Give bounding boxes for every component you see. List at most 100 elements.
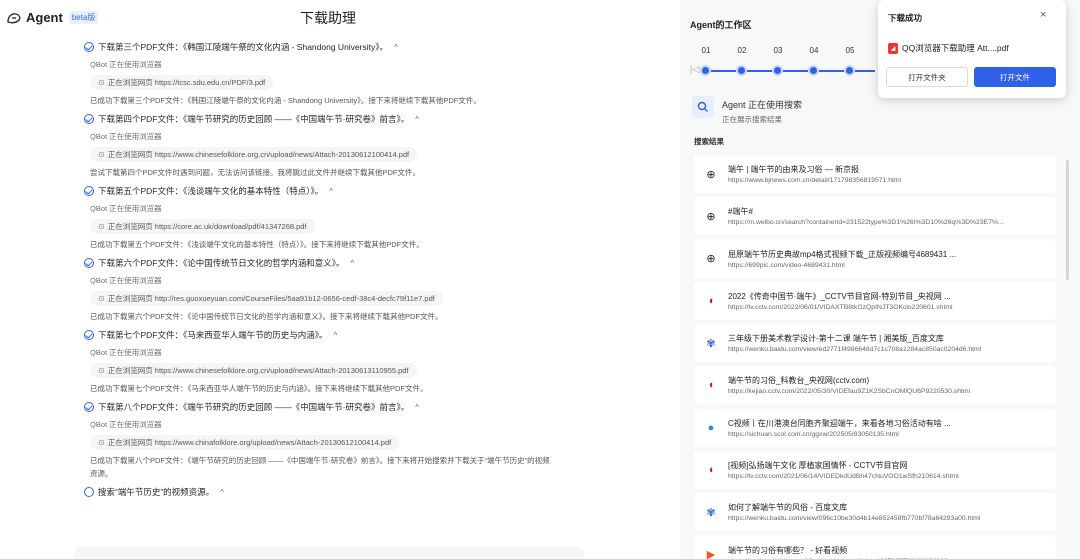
- browse-row: ⊙ 正在浏览网页 https://tcsc.sdu.edu.cn/PDF/3.pd…: [84, 73, 584, 92]
- browse-row: ⊙ 正在浏览网页 https://www.chinesefolklore.org.…: [84, 145, 584, 164]
- globe-icon: ⊕: [706, 168, 716, 181]
- result-title: C视频丨在川港澳台同胞齐聚迎端午，来看各地习俗活动有啥 ...: [728, 418, 951, 428]
- result-text: 如何了解端午节的风俗 - 百度文库 https://wenku.baidu.com…: [728, 502, 980, 522]
- step-header[interactable]: 下载第八个PDF文件：《端午节研究的历史回顾 ——《中国端午节·研究卷》前言》。…: [84, 398, 584, 416]
- step-connector: [855, 70, 875, 72]
- browse-url: 正在浏览网页 https://tcsc.sdu.edu.cn/PDF/3.pdf: [107, 78, 266, 87]
- result-title: 端午节的习俗有哪些？ - 好看视频: [728, 545, 848, 555]
- step-dot[interactable]: [844, 65, 855, 76]
- check-circle-icon: [84, 402, 94, 412]
- search-result-item[interactable]: ✾ 如何了解端午节的风俗 - 百度文库 https://wenku.baidu.co…: [694, 493, 1056, 532]
- file-name: QQ浏览器下载助理 Att....pdf: [902, 43, 1009, 53]
- result-text: 端午节的习俗_科教台_央视网(cctv.com) https://kejiao.c…: [728, 375, 970, 395]
- browse-url-pill[interactable]: ⊙ 正在浏览网页 https://www.chinesefolklore.org.…: [90, 147, 418, 162]
- pdf-icon: ◢: [888, 42, 898, 54]
- qbot-status: QBot 正在使用浏览器: [90, 276, 162, 285]
- search-result-item[interactable]: ● C视频丨在川港澳台同胞齐聚迎端午，来看各地习俗活动有啥 ... https://…: [694, 408, 1056, 447]
- step-title: 下载第四个PDF文件：《端午节研究的历史回顾 ——《中国端午节·研究卷》前言》。: [98, 114, 410, 124]
- chevron-up-icon[interactable]: ^: [334, 331, 338, 340]
- step-connector: [747, 70, 772, 72]
- check-circle-icon: [84, 42, 94, 52]
- chevron-up-icon[interactable]: ^: [220, 488, 224, 497]
- baidu-icon: ✾: [706, 506, 716, 519]
- compass-icon: ⊙: [98, 222, 105, 231]
- download-popup: 下载成功 × ◢ QQ浏览器下载助理 Att....pdf 打开文件夹 打开文件: [878, 0, 1066, 98]
- result-url: https://699pic.com/video-4689431.html: [728, 261, 845, 269]
- chat-input[interactable]: [74, 546, 584, 559]
- close-icon[interactable]: ×: [1040, 9, 1046, 21]
- step-header[interactable]: 下载第五个PDF文件：《浅谈端午文化的基本特性（特点）》。 ^: [84, 182, 584, 200]
- result-text: C视频丨在川港澳台同胞齐聚迎端午，来看各地习俗活动有啥 ... https://s…: [728, 418, 951, 438]
- step-number: 01: [701, 46, 711, 55]
- step-dot[interactable]: [772, 65, 783, 76]
- step-connector: [783, 70, 808, 72]
- chevron-up-icon[interactable]: ^: [415, 115, 419, 124]
- popup-title: 下载成功: [888, 13, 923, 23]
- step-result: 已成功下载第六个PDF文件：《论中国传统节日文化的哲学内涵和意义》。接下来将继续…: [90, 312, 443, 321]
- qbot-status: QBot 正在使用浏览器: [90, 348, 162, 357]
- step-dot[interactable]: [736, 65, 747, 76]
- step-header[interactable]: 下载第六个PDF文件：《论中国传统节日文化的哲学内涵和意义》。 ^: [84, 254, 584, 272]
- cctv-icon: ◖: [707, 464, 715, 477]
- result-url: https://tv.cctv.com/2021/06/14/VIDEDkdUd…: [728, 473, 959, 481]
- open-file-button[interactable]: 打开文件: [974, 67, 1056, 87]
- search-icon: [692, 96, 714, 118]
- step-header[interactable]: 下载第三个PDF文件：《韩国江陵端午祭的文化内涵 - Shandong Univ…: [84, 38, 584, 56]
- browse-row: ⊙ 正在浏览网页 https://www.chinesefolklore.org.…: [84, 361, 584, 380]
- result-text: [视频]弘扬端午文化 厚植家国情怀 - CCTV节目官网 https://tv.c…: [728, 460, 959, 480]
- qbot-status: QBot 正在使用浏览器: [90, 420, 162, 429]
- search-result-item[interactable]: ⊕ #端午# https://m.weibo.cn/search?container…: [694, 197, 1056, 236]
- compass-icon: ⊙: [98, 78, 105, 87]
- browse-url: 正在浏览网页 https://www.chinafolklore.org/upl…: [107, 438, 392, 447]
- check-circle-icon: [84, 186, 94, 196]
- step-result: 尝试下载第四个PDF文件时遇到问题，无法访问该链接。我将跳过此文件并继续下载其他…: [90, 168, 420, 177]
- result-url: https://tv.cctv.com/2022/06/01/VIDAXTB8t…: [728, 303, 953, 311]
- cctv-icon: ◖: [707, 294, 715, 307]
- results-scrollbar[interactable]: [1066, 160, 1069, 280]
- step-title: 搜索“端午节历史”的视频资源。: [98, 487, 215, 497]
- compass-icon: ⊙: [98, 366, 105, 375]
- check-circle-icon: [84, 114, 94, 124]
- step-dot[interactable]: [700, 65, 711, 76]
- step-title: 下载第五个PDF文件：《浅谈端午文化的基本特性（特点）》。: [98, 186, 324, 196]
- browse-url-pill[interactable]: ⊙ 正在浏览网页 https://core.ac.uk/download/pdf/…: [90, 219, 315, 234]
- search-result-item[interactable]: ◖ 端午节的习俗_科教台_央视网(cctv.com) https://kejiao.…: [694, 366, 1056, 405]
- step-title: 下载第七个PDF文件：《马来西亚华人端午节的历史与内涵》。: [98, 330, 328, 340]
- step-header-pending[interactable]: 搜索“端午节历史”的视频资源。 ^: [84, 483, 584, 501]
- search-result-item[interactable]: ◖ [视频]弘扬端午文化 厚植家国情怀 - CCTV节目官网 https://tv.…: [694, 451, 1056, 490]
- open-folder-button[interactable]: 打开文件夹: [886, 67, 968, 87]
- chevron-up-icon[interactable]: ^: [394, 43, 398, 52]
- check-circle-icon: [84, 258, 94, 268]
- page-title: 下载助理: [300, 10, 356, 26]
- browse-url-pill[interactable]: ⊙ 正在浏览网页 https://tcsc.sdu.edu.cn/PDF/3.pd…: [90, 75, 274, 90]
- browse-url-pill[interactable]: ⊙ 正在浏览网页 http://res.guoxueyuan.com/Course…: [90, 291, 443, 306]
- step-result: 已成功下载第三个PDF文件：《韩国江陵端午祭的文化内涵 - Shandong U…: [90, 96, 481, 105]
- sichuan-icon: ●: [707, 421, 715, 434]
- search-result-item[interactable]: ⊕ 端午 | 端午节的由来及习俗 — 新京报 https://www.bjnews.…: [694, 155, 1056, 193]
- step-title: 下载第八个PDF文件：《端午节研究的历史回顾 ——《中国端午节·研究卷》前言》。: [98, 402, 410, 412]
- search-result-item[interactable]: ▶ 端午节的习俗有哪些？ - 好看视频https://haokan.baidu.c…: [694, 535, 1056, 559]
- browse-url-pill[interactable]: ⊙ 正在浏览网页 https://www.chinesefolklore.org.…: [90, 363, 417, 378]
- browse-url-pill[interactable]: ⊙ 正在浏览网页 https://www.chinafolklore.org/up…: [90, 435, 400, 450]
- browse-row: ⊙ 正在浏览网页 http://res.guoxueyuan.com/Course…: [84, 289, 584, 308]
- chevron-up-icon[interactable]: ^: [351, 259, 355, 268]
- baidu-icon: ✾: [706, 337, 716, 350]
- step-number: 04: [809, 46, 819, 55]
- search-result-item[interactable]: ◖ 2022《传奇中国节·端午》_CCTV节目官网-特别节目_央视网 ... htt…: [694, 281, 1056, 320]
- stepper-prev-icon[interactable]: |◁: [690, 64, 699, 75]
- chevron-up-icon[interactable]: ^: [415, 403, 419, 412]
- step-result: 已成功下载第五个PDF文件：《浅谈端午文化的基本特性（特点）》。接下来将继续下载…: [90, 240, 424, 249]
- haokan-icon: ▶: [706, 549, 716, 559]
- search-result-item[interactable]: ⊕ 屈原端午节历史典故mp4格式视频下载_正版视频编号4689431 ... htt…: [694, 239, 1056, 278]
- result-text: 屈原端午节历史典故mp4格式视频下载_正版视频编号4689431 ... http…: [728, 249, 956, 269]
- step-header[interactable]: 下载第七个PDF文件：《马来西亚华人端午节的历史与内涵》。 ^: [84, 326, 584, 344]
- compass-icon: ⊙: [98, 438, 105, 447]
- workspace-title: Agent的工作区: [690, 20, 752, 30]
- globe-icon: ⊕: [706, 210, 716, 223]
- step-header[interactable]: 下载第四个PDF文件：《端午节研究的历史回顾 ——《中国端午节·研究卷》前言》。…: [84, 110, 584, 128]
- search-result-item[interactable]: ✾ 三年级下册美术教学设计-第十二课 端午节 | 湘美版_百度文库 https://…: [694, 324, 1056, 363]
- chevron-up-icon[interactable]: ^: [329, 187, 333, 196]
- step-number: 05: [845, 46, 855, 55]
- step-dot[interactable]: [808, 65, 819, 76]
- result-title: 端午节的习俗_科教台_央视网(cctv.com): [728, 376, 870, 386]
